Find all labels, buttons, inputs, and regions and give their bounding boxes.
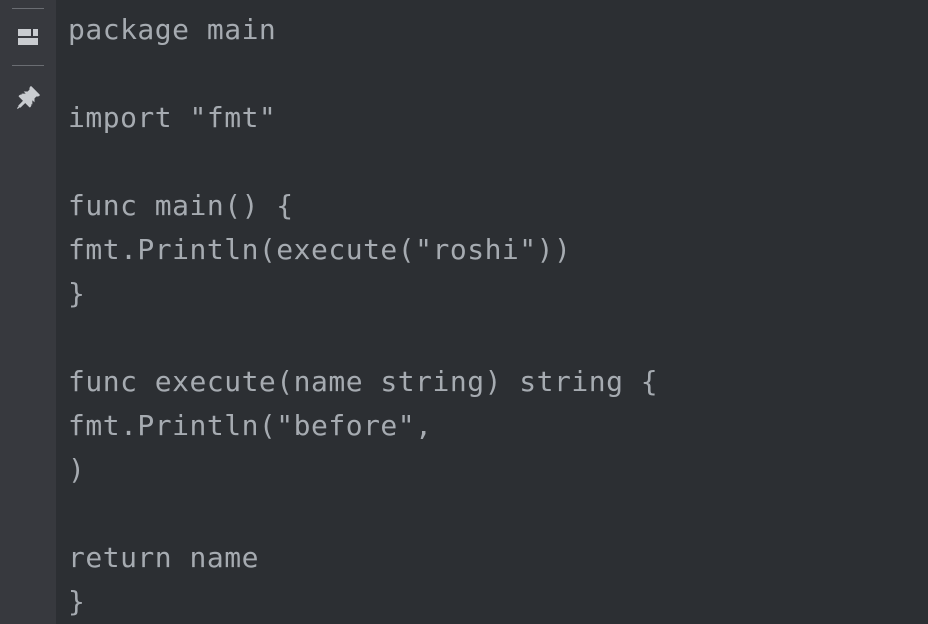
code-line[interactable]: } xyxy=(68,580,928,624)
code-line[interactable]: import "fmt" xyxy=(68,96,928,140)
code-line[interactable] xyxy=(68,316,928,360)
code-editor[interactable]: package main import "fmt" func main() { … xyxy=(56,0,928,624)
code-line[interactable] xyxy=(68,52,928,96)
code-line[interactable] xyxy=(68,492,928,536)
code-line[interactable]: func main() { xyxy=(68,184,928,228)
pin-icon[interactable] xyxy=(14,84,42,112)
sidebar-divider xyxy=(12,8,44,9)
code-line[interactable]: fmt.Println(execute("roshi")) xyxy=(68,228,928,272)
code-line[interactable]: } xyxy=(68,272,928,316)
code-line[interactable]: fmt.Println("before", xyxy=(68,404,928,448)
editor-sidebar xyxy=(0,0,56,624)
code-line[interactable]: ) xyxy=(68,448,928,492)
sidebar-divider xyxy=(12,65,44,66)
panels-icon[interactable] xyxy=(14,23,42,51)
code-line[interactable]: func execute(name string) string { xyxy=(68,360,928,404)
code-line[interactable]: package main xyxy=(68,8,928,52)
code-line[interactable]: return name xyxy=(68,536,928,580)
code-line[interactable] xyxy=(68,140,928,184)
